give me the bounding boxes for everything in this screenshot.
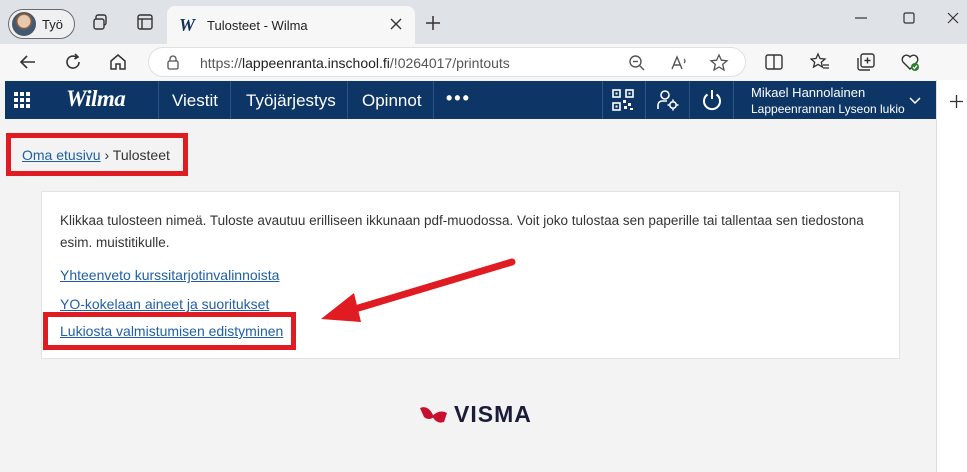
read-aloud-icon[interactable] xyxy=(669,53,689,73)
nav-divider xyxy=(230,81,231,119)
url-text: https://lappeenranta.inschool.fi/!026401… xyxy=(200,55,510,71)
qr-code-icon[interactable] xyxy=(612,89,634,111)
breadcrumb-highlight-box xyxy=(6,133,188,176)
split-screen-icon[interactable] xyxy=(764,52,784,72)
lock-icon[interactable] xyxy=(165,54,181,70)
nav-more-icon[interactable]: ••• xyxy=(446,88,471,109)
browser-sidebar xyxy=(936,80,967,472)
nav-divider xyxy=(733,81,734,119)
nav-tyojarjestys[interactable]: Työjärjestys xyxy=(246,91,336,111)
wilma-logo[interactable]: Wilma xyxy=(66,86,126,112)
favorites-icon[interactable] xyxy=(810,52,830,72)
nav-divider xyxy=(433,81,434,119)
nav-divider xyxy=(602,81,603,119)
user-menu[interactable]: Mikael Hannolainen Lappeenrannan Lyseon … xyxy=(751,85,905,116)
tab-title: Tulosteet - Wilma xyxy=(207,17,308,33)
maximize-icon[interactable] xyxy=(901,10,917,26)
logout-power-icon[interactable] xyxy=(701,89,723,111)
refresh-icon[interactable] xyxy=(63,52,83,72)
browser-essentials-icon[interactable] xyxy=(900,52,920,72)
zoom-icon[interactable] xyxy=(627,53,647,73)
browser-tab-strip: Työ W Tulosteet - Wilma xyxy=(0,0,967,44)
visma-logo: VISMA xyxy=(418,401,532,428)
link-matriculation-subjects[interactable]: YO-kokelaan aineet ja suoritukset xyxy=(60,296,269,312)
close-tab-icon[interactable] xyxy=(389,17,403,31)
link-course-selection-summary[interactable]: Yhteenveto kurssitarjotinvalinnoista xyxy=(60,267,279,283)
wilma-favicon-icon: W xyxy=(179,14,196,35)
avatar xyxy=(12,12,36,36)
nav-divider xyxy=(645,81,646,119)
profile-label: Työ xyxy=(42,16,63,32)
nav-opinnot[interactable]: Opinnot xyxy=(362,91,422,111)
visma-mark-icon xyxy=(420,406,447,423)
workspaces-icon[interactable] xyxy=(92,13,110,31)
collections-icon[interactable] xyxy=(856,52,876,72)
nav-divider xyxy=(347,81,348,119)
wilma-navbar: Wilma Viestit Työjärjestys Opinnot ••• M… xyxy=(5,81,936,119)
address-bar[interactable]: https://lappeenranta.inschool.fi/!026401… xyxy=(148,47,746,77)
printouts-instructions: Klikkaa tulosteen nimeä. Tuloste avautuu… xyxy=(60,213,864,250)
user-name: Mikael Hannolainen xyxy=(751,85,866,100)
back-icon[interactable] xyxy=(18,52,38,72)
tab-wilma[interactable]: W Tulosteet - Wilma xyxy=(167,6,415,44)
close-window-icon[interactable] xyxy=(945,10,961,26)
profile-button[interactable]: Työ xyxy=(8,9,75,39)
favorite-star-icon[interactable] xyxy=(709,53,729,73)
browser-toolbar: https://lappeenranta.inschool.fi/!026401… xyxy=(0,44,967,80)
add-sidebar-icon[interactable] xyxy=(950,95,963,108)
app-grid-icon[interactable] xyxy=(14,92,30,108)
link-highlight-box xyxy=(43,312,296,350)
home-icon[interactable] xyxy=(108,52,128,72)
minimize-icon[interactable] xyxy=(853,10,869,26)
user-settings-icon[interactable] xyxy=(657,89,679,111)
nav-viestit[interactable]: Viestit xyxy=(172,91,218,111)
nav-divider xyxy=(689,81,690,119)
school-name: Lappeenrannan Lyseon lukio xyxy=(751,102,905,116)
visma-wordmark: VISMA xyxy=(454,401,532,427)
nav-divider xyxy=(158,81,159,119)
chevron-down-icon[interactable] xyxy=(909,97,921,105)
new-tab-icon[interactable] xyxy=(425,15,441,31)
tab-actions-icon[interactable] xyxy=(136,13,154,31)
